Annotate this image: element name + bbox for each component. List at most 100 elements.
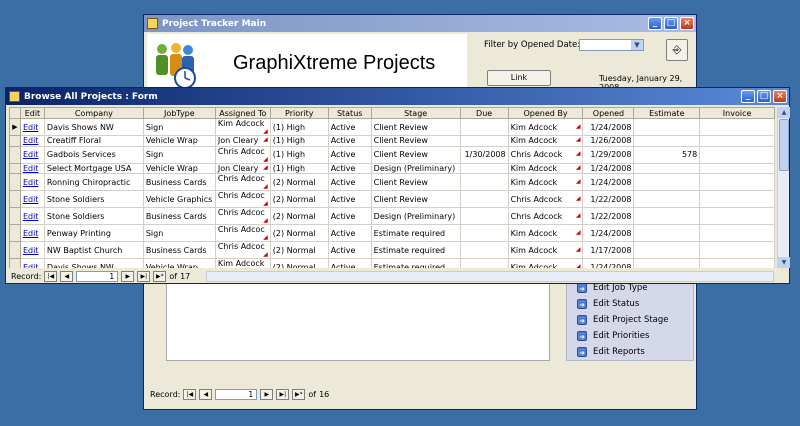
last-record-button[interactable]: ▶| <box>276 389 290 400</box>
dropdown-mark-icon: ◢ <box>575 177 581 185</box>
cell-opened: 1/24/2008 <box>582 118 635 136</box>
column-header-invoice[interactable]: Invoice <box>699 107 775 119</box>
column-header-stage[interactable]: Stage <box>370 107 461 119</box>
row-selector[interactable] <box>9 241 21 260</box>
row-selector[interactable] <box>9 207 21 226</box>
record-number-input[interactable]: 1 <box>76 271 119 282</box>
new-record-button[interactable]: ▶* <box>153 271 167 282</box>
row-selector[interactable]: ▶ <box>9 118 21 136</box>
vertical-scrollbar[interactable]: ▲ ▼ <box>777 107 790 268</box>
last-record-button[interactable]: ▶| <box>137 271 151 282</box>
minimize-button[interactable]: _ <box>741 90 755 103</box>
cell-edit[interactable]: Edit <box>19 224 45 243</box>
scroll-up-icon[interactable]: ▲ <box>778 107 790 118</box>
cell-edit[interactable]: Edit <box>19 118 45 136</box>
new-record-button[interactable]: ▶* <box>292 389 306 400</box>
column-header-priority[interactable]: Priority <box>269 107 329 119</box>
link-database-button[interactable]: Link Database... <box>487 70 551 96</box>
cell-edit[interactable]: Edit <box>19 162 45 175</box>
cell-text: Chris Adcoc <box>217 146 265 156</box>
dropdown-mark-icon: ◢ <box>575 228 581 236</box>
scroll-thumb[interactable] <box>779 119 789 171</box>
chevron-down-icon[interactable]: ▼ <box>631 40 643 50</box>
first-record-button[interactable]: |◀ <box>44 271 58 282</box>
cell-assigned-to: Chris Adcoc ◢ <box>214 224 271 243</box>
main-titlebar[interactable]: Project Tracker Main _ □ × <box>144 15 696 32</box>
row-selector[interactable] <box>9 190 21 209</box>
edit-status-button[interactable]: ➜ Edit Status <box>567 296 693 312</box>
cell-status: Active <box>327 145 372 164</box>
cell-text: (1) High <box>272 122 306 132</box>
cell-edit[interactable]: Edit <box>19 135 45 147</box>
cell-opened-by: Kim Adcock ◢ <box>507 135 584 147</box>
cell-text: (2) Normal <box>272 245 316 255</box>
table-row[interactable]: ▶ Edit Davis Shows NW Sign Kim Adcock ◢ (1) Hi… <box>9 118 775 136</box>
next-record-button[interactable]: ▶ <box>121 271 135 282</box>
close-button[interactable]: × <box>680 17 694 30</box>
row-selector[interactable] <box>9 173 21 192</box>
first-record-button[interactable]: |◀ <box>183 389 197 400</box>
cell-due <box>459 118 509 136</box>
table-row[interactable]: Edit Penway Printing Sign Chris Adcoc ◢ (2) N… <box>9 224 775 243</box>
app-title: GraphiXtreme Projects <box>233 52 436 74</box>
cell-text: Client Review <box>373 177 428 187</box>
next-record-button[interactable]: ▶ <box>260 389 274 400</box>
browse-titlebar[interactable]: Browse All Projects : Form _ □ × <box>6 88 789 105</box>
close-button[interactable]: × <box>773 90 787 103</box>
table-row[interactable]: Edit Ronning Chiropractic Business Cards Ch… <box>9 173 775 192</box>
opened-date-filter-select[interactable]: ▼ <box>579 39 644 51</box>
cell-company: Select Mortgage USA <box>43 162 144 175</box>
column-header-opened[interactable]: Opened <box>582 107 635 119</box>
prev-record-button[interactable]: ◀ <box>60 271 74 282</box>
row-selector[interactable] <box>9 224 21 243</box>
cell-text: 1/24/2008 <box>590 163 632 173</box>
table-row[interactable]: Edit Gadbois Services Sign Chris Adcoc ◢ (1) … <box>9 145 775 164</box>
cell-text: (1) High <box>272 150 306 160</box>
maximize-button[interactable]: □ <box>757 90 771 103</box>
column-header-status[interactable]: Status <box>327 107 372 119</box>
dropdown-mark-icon: ◢ <box>263 155 268 163</box>
cell-text: Kim Adcock <box>510 122 558 132</box>
edit-priorities-button[interactable]: ➜ Edit Priorities <box>567 328 693 344</box>
cell-text: 1/24/2008 <box>590 262 632 268</box>
cell-edit[interactable]: Edit <box>19 241 45 260</box>
row-selector[interactable] <box>9 145 21 164</box>
dropdown-mark-icon: ◢ <box>263 217 268 225</box>
cell-text: Client Review <box>373 194 428 204</box>
edit-reports-button[interactable]: ➜ Edit Reports <box>567 344 693 360</box>
row-selector[interactable] <box>9 135 21 147</box>
cell-edit[interactable]: Edit <box>19 173 45 192</box>
maximize-button[interactable]: □ <box>664 17 678 30</box>
cell-edit[interactable]: Edit <box>19 145 45 164</box>
table-row[interactable]: Edit Creatiff Floral Vehicle Wrap Jon Clear… <box>9 135 775 147</box>
column-header-edit[interactable]: Edit <box>19 107 45 119</box>
column-header-company[interactable]: Company <box>43 107 144 119</box>
column-header-jobtype[interactable]: JobType <box>142 107 216 119</box>
cell-edit[interactable]: Edit <box>19 258 45 268</box>
column-header-assigned-to[interactable]: Assigned To <box>214 107 271 119</box>
row-selector[interactable] <box>9 258 21 268</box>
table-row[interactable]: Edit NW Baptist Church Business Cards Chris… <box>9 241 775 260</box>
scroll-down-icon[interactable]: ▼ <box>778 257 790 268</box>
column-header-opened-by[interactable]: Opened By <box>507 107 584 119</box>
table-row[interactable]: Edit Stone Soldiers Vehicle Graphics Chris … <box>9 190 775 209</box>
table-row[interactable]: Edit Davis Shows NW Vehicle Wrap Kim Adcock… <box>9 258 775 268</box>
cell-text: Edit <box>22 228 39 238</box>
record-number-input[interactable]: 1 <box>215 389 258 400</box>
cell-edit[interactable]: Edit <box>19 190 45 209</box>
edit-project-stage-button[interactable]: ➜ Edit Project Stage <box>567 312 693 328</box>
cell-text: Creatiff Floral <box>46 136 101 146</box>
column-header-due[interactable]: Due <box>459 107 509 119</box>
table-row[interactable]: Edit Stone Soldiers Business Cards Chris Ad… <box>9 207 775 226</box>
cell-text: 1/29/2008 <box>590 150 632 160</box>
cell-status: Active <box>327 190 372 209</box>
minimize-button[interactable]: _ <box>648 17 662 30</box>
exit-button[interactable]: ⎆ <box>666 39 688 61</box>
horizontal-scrollbar[interactable] <box>206 271 774 282</box>
prev-record-button[interactable]: ◀ <box>199 389 213 400</box>
row-selector[interactable] <box>9 162 21 175</box>
cell-text: Chris Adcoc <box>217 174 265 184</box>
cell-edit[interactable]: Edit <box>19 207 45 226</box>
table-row[interactable]: Edit Select Mortgage USA Vehicle Wrap Jon C… <box>9 162 775 175</box>
column-header-estimate[interactable]: Estimate <box>633 107 701 119</box>
